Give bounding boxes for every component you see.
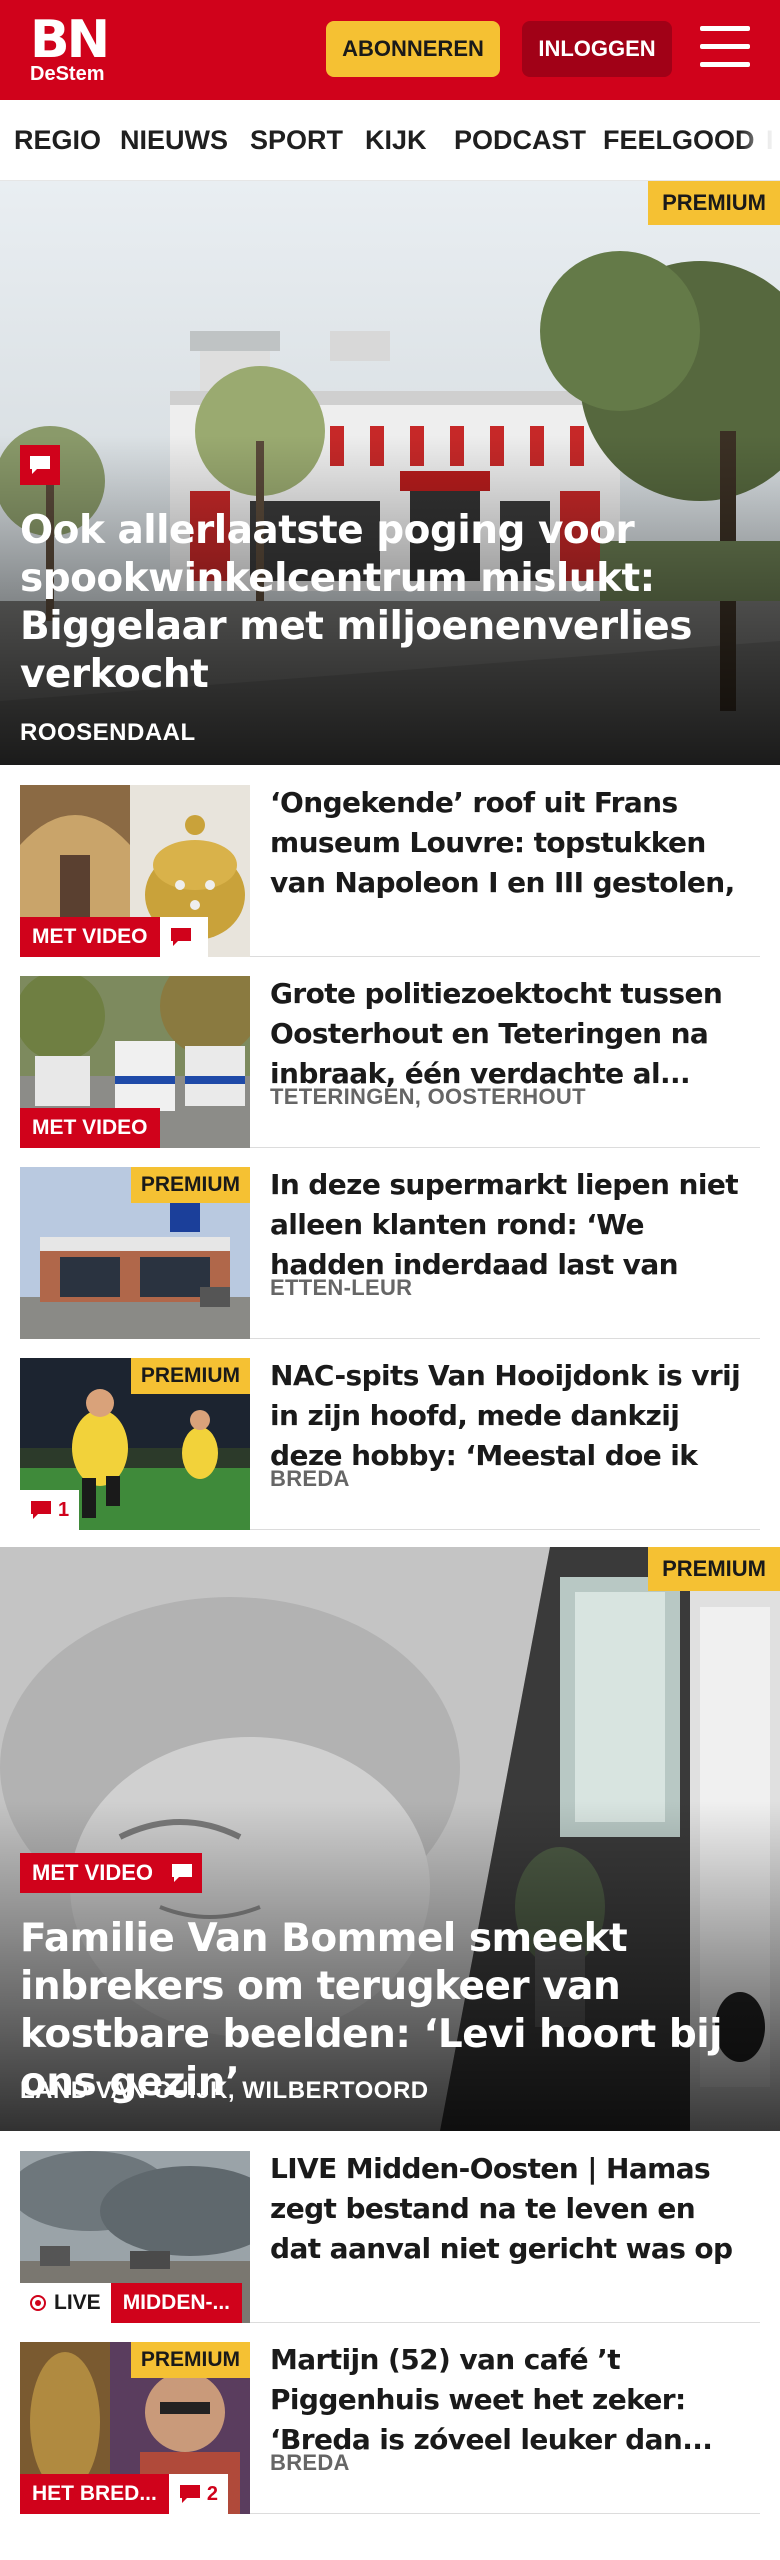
list-item[interactable]: MET VIDEO ‘Ongekende’ roof uit Frans mus… <box>20 765 760 957</box>
hero-title[interactable]: Ook allerlaatste poging voor spookwinkel… <box>20 507 760 699</box>
hero-article-1[interactable]: PREMIUM Ook allerlaatste poging voor spo… <box>0 181 780 765</box>
article-title[interactable]: In deze supermarkt liepen niet alleen kl… <box>270 1165 750 1285</box>
article-title[interactable]: NAC-spits Van Hooijdonk is vrij in zijn … <box>270 1356 750 1476</box>
nav-item-kijk[interactable]: KIJK <box>365 100 427 180</box>
site-header: BN DeStem ABONNEREN INLOGGEN <box>0 0 780 100</box>
hero-location: LAND VAN CUIJK, WILBERTOORD <box>20 2077 429 2104</box>
comment-icon <box>31 1501 51 1519</box>
comment-icon <box>159 917 208 957</box>
list-item[interactable]: PREMIUM HET BRED... 2 Martijn (52) van c… <box>20 2322 760 2514</box>
tag-badge: HET BRED... <box>20 2474 169 2514</box>
nav-item-feelgood[interactable]: FEELGOOD <box>603 100 755 180</box>
thumbnail: PREMIUM HET BRED... 2 <box>20 2342 250 2514</box>
premium-badge: PREMIUM <box>648 1547 780 1591</box>
site-logo[interactable]: BN DeStem <box>30 14 110 86</box>
logo-sub: DeStem <box>30 63 105 85</box>
thumbnail: PREMIUM <box>20 1167 250 1339</box>
thumbnail: LIVE MIDDEN-... <box>20 2151 250 2323</box>
hero-location: ROOSENDAAL <box>20 719 196 746</box>
list-item[interactable]: PREMIUM In deze supermarkt liepen niet a… <box>20 1147 760 1339</box>
login-button[interactable]: INLOGGEN <box>522 21 672 77</box>
article-title[interactable]: Grote politiezoektocht tussen Oosterhout… <box>270 974 750 1094</box>
article-location: TETERINGEN, OOSTERHOUT <box>270 1084 586 1109</box>
section-nav: REGIO NIEUWS SPORT KIJK PODCAST FEELGOOD… <box>0 100 780 181</box>
premium-badge: PREMIUM <box>130 2342 250 2378</box>
live-icon <box>30 2295 46 2311</box>
video-badge: MET VIDEO <box>20 1108 160 1148</box>
article-title[interactable]: LIVE Midden-Oosten | Hamas zegt bestand … <box>270 2149 750 2269</box>
thumbnail: PREMIUM 1 <box>20 1358 250 1530</box>
video-badge: MET VIDEO <box>20 917 160 957</box>
article-title[interactable]: Martijn (52) van café ’t Piggenhuis weet… <box>270 2340 750 2460</box>
article-title[interactable]: ‘Ongekende’ roof uit Frans museum Louvre… <box>270 783 750 903</box>
thumbnail: MET VIDEO <box>20 785 250 957</box>
premium-badge: PREMIUM <box>130 1358 250 1394</box>
nav-item-sport[interactable]: SPORT <box>250 100 343 180</box>
nav-item-nieuws[interactable]: NIEUWS <box>120 100 228 180</box>
premium-badge: PREMIUM <box>648 181 780 225</box>
article-location: BREDA <box>270 2450 350 2475</box>
comment-icon <box>162 1853 202 1893</box>
comment-count: 1 <box>20 1490 80 1530</box>
article-location: ETTEN-LEUR <box>270 1275 413 1300</box>
hero-article-2[interactable]: PREMIUM MET VIDEO Familie Van Bommel sme… <box>0 1547 780 2131</box>
nav-fade <box>740 100 780 180</box>
video-badge: MET VIDEO <box>20 1853 166 1893</box>
article-list-1: MET VIDEO ‘Ongekende’ roof uit Frans mus… <box>0 765 780 1547</box>
nav-item-podcast[interactable]: PODCAST <box>454 100 586 180</box>
article-location: BREDA <box>270 1466 350 1491</box>
nav-item-regio[interactable]: REGIO <box>14 100 101 180</box>
comment-icon <box>20 445 60 485</box>
tag-badge: MIDDEN-... <box>110 2283 243 2323</box>
list-item[interactable]: MET VIDEO Grote politiezoektocht tussen … <box>20 956 760 1148</box>
live-badge: LIVE <box>20 2283 111 2323</box>
article-list-2: LIVE MIDDEN-... LIVE Midden-Oosten | Ham… <box>0 2131 780 2531</box>
comment-count: 2 <box>168 2474 228 2514</box>
list-item[interactable]: LIVE MIDDEN-... LIVE Midden-Oosten | Ham… <box>20 2131 760 2323</box>
thumbnail: MET VIDEO <box>20 976 250 1148</box>
premium-badge: PREMIUM <box>130 1167 250 1203</box>
logo-main: BN <box>30 10 110 70</box>
comment-icon <box>179 2485 200 2503</box>
menu-icon[interactable] <box>700 26 750 72</box>
subscribe-button[interactable]: ABONNEREN <box>326 21 500 77</box>
list-item[interactable]: PREMIUM 1 NAC-spits Van Hooijdonk is vri… <box>20 1338 760 1530</box>
